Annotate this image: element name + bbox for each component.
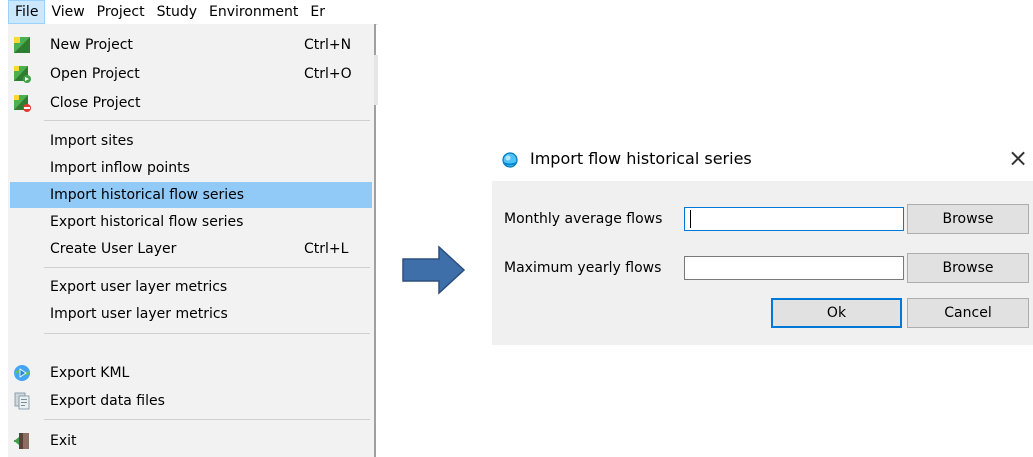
menu-environment[interactable]: Environment xyxy=(203,0,304,24)
maximum-yearly-flows-input[interactable] xyxy=(684,256,904,280)
menu-item-export-user-layer-metrics[interactable]: Export user layer metrics xyxy=(10,274,372,300)
open-project-icon xyxy=(14,66,31,83)
menu-item-label: Import inflow points xyxy=(50,160,190,176)
menu-item-import-user-layer-metrics[interactable]: Import user layer metrics xyxy=(10,301,372,327)
menu-item-create-user-layer[interactable]: Create User Layer Ctrl+L xyxy=(10,236,372,262)
menu-separator xyxy=(44,333,370,334)
menu-item-new-project[interactable]: New Project Ctrl+N xyxy=(10,32,372,58)
menu-item-import-sites[interactable]: Import sites xyxy=(10,128,372,154)
menu-view[interactable]: View xyxy=(45,0,90,24)
dialog-title: Import flow historical series xyxy=(530,149,752,168)
app-globe-icon xyxy=(502,152,518,168)
file-menu-dropdown: New Project Ctrl+N Open Project Ctrl+O C… xyxy=(8,24,376,457)
menu-item-label: Open Project xyxy=(50,66,140,82)
menu-item-shortcut: Ctrl+L xyxy=(304,241,349,257)
monthly-average-flows-input[interactable] xyxy=(684,207,904,231)
exit-door-icon xyxy=(14,433,29,449)
new-project-icon xyxy=(14,37,30,53)
close-project-icon xyxy=(14,95,31,112)
menu-item-label: Export historical flow series xyxy=(50,214,244,230)
menu-project[interactable]: Project xyxy=(91,0,151,24)
menu-separator xyxy=(44,120,370,121)
cancel-button[interactable]: Cancel xyxy=(907,298,1029,328)
menu-separator xyxy=(44,419,370,420)
monthly-average-flows-label: Monthly average flows xyxy=(504,211,663,227)
import-flow-dialog: Import flow historical series × Monthly … xyxy=(492,137,1033,345)
menu-separator xyxy=(44,267,370,268)
menu-truncated[interactable]: Er xyxy=(304,0,331,24)
menu-study[interactable]: Study xyxy=(151,0,203,24)
menu-item-label: Export KML xyxy=(50,365,130,381)
menu-item-label: Exit xyxy=(50,433,77,449)
window-edge xyxy=(374,55,378,105)
menu-item-label: Export data files xyxy=(50,393,165,409)
menu-item-label: Export user layer metrics xyxy=(50,279,228,295)
menu-item-label: Import historical flow series xyxy=(50,187,245,203)
globe-arrow-icon xyxy=(14,365,30,381)
dialog-titlebar: Import flow historical series × xyxy=(492,137,1033,181)
menu-item-import-historical-flow-series[interactable]: Import historical flow series xyxy=(10,182,372,208)
data-files-icon xyxy=(14,392,30,410)
browse-yearly-button[interactable]: Browse xyxy=(907,253,1029,283)
text-caret xyxy=(690,210,691,228)
ok-button[interactable]: Ok xyxy=(771,298,902,328)
menu-item-export-historical-flow-series[interactable]: Export historical flow series xyxy=(10,209,372,235)
menu-item-export-kml[interactable]: Export KML xyxy=(10,360,372,386)
menu-item-exit[interactable]: Exit xyxy=(10,428,372,454)
menu-bar: File View Project Study Environment Er xyxy=(8,0,378,25)
menu-item-import-inflow-points[interactable]: Import inflow points xyxy=(10,155,372,181)
menu-file[interactable]: File xyxy=(8,0,46,24)
maximum-yearly-flows-label: Maximum yearly flows xyxy=(504,260,662,276)
menu-item-label: Import user layer metrics xyxy=(50,306,228,322)
menu-item-label: Create User Layer xyxy=(50,241,177,257)
close-icon[interactable]: × xyxy=(1008,145,1028,171)
menu-item-label: Close Project xyxy=(50,95,141,111)
menu-item-open-project[interactable]: Open Project Ctrl+O xyxy=(10,61,372,87)
browse-monthly-button[interactable]: Browse xyxy=(907,204,1029,234)
menu-item-shortcut: Ctrl+O xyxy=(304,66,352,82)
menu-item-close-project[interactable]: Close Project xyxy=(10,90,372,116)
menu-item-label: Import sites xyxy=(50,133,134,149)
menu-item-shortcut: Ctrl+N xyxy=(304,37,352,53)
right-arrow-icon xyxy=(402,245,466,295)
menu-item-export-data-files[interactable]: Export data files xyxy=(10,388,372,414)
menu-item-label: New Project xyxy=(50,37,133,53)
